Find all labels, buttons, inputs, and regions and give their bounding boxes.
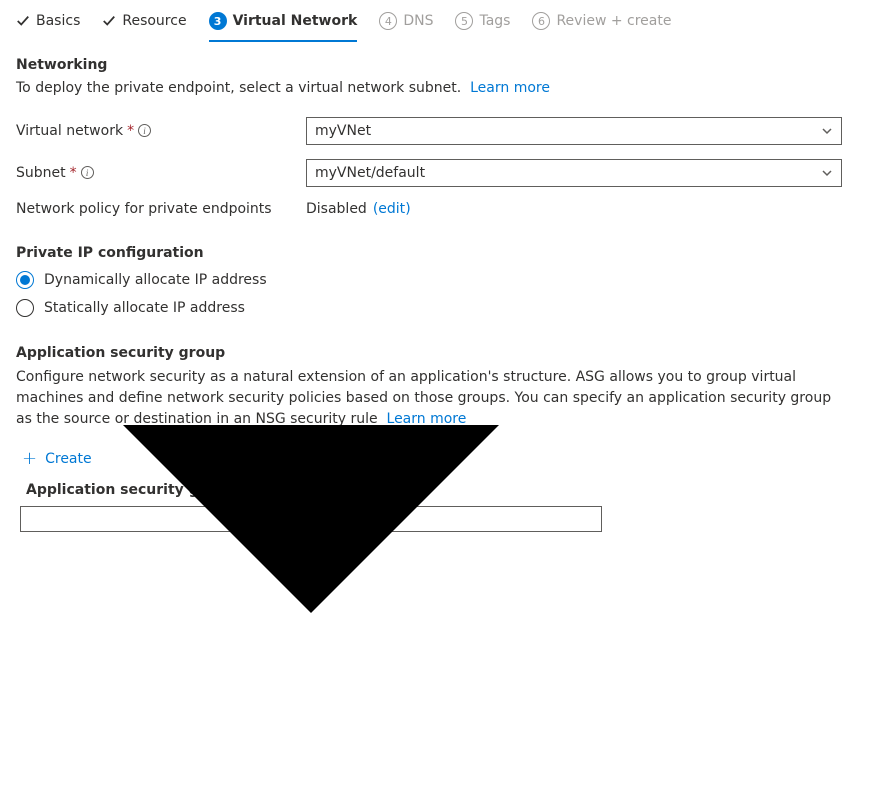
tab-label: DNS <box>403 13 433 29</box>
tab-label: Basics <box>36 13 80 29</box>
step-number-icon: 3 <box>209 12 227 30</box>
required-asterisk: * <box>70 165 77 181</box>
row-virtual-network: Virtual network * i myVNet <box>16 117 874 145</box>
tab-label: Tags <box>479 13 510 29</box>
row-subnet: Subnet * i myVNet/default <box>16 159 874 187</box>
step-number-icon: 6 <box>532 12 550 30</box>
step-number-icon: 5 <box>455 12 473 30</box>
step-number-icon: 4 <box>379 12 397 30</box>
edit-policy-link[interactable]: edit <box>378 201 405 217</box>
tab-label: Resource <box>122 13 186 29</box>
virtual-network-select[interactable]: myVNet <box>306 117 842 145</box>
tab-basics[interactable]: Basics <box>16 13 80 41</box>
section-networking: Networking To deploy the private endpoin… <box>16 57 874 217</box>
helper-text: To deploy the private endpoint, select a… <box>16 79 874 99</box>
select-value: myVNet/default <box>315 165 425 181</box>
field-label: Virtual network * i <box>16 123 306 139</box>
chevron-down-icon <box>821 167 833 179</box>
check-icon <box>16 14 30 28</box>
asg-select[interactable] <box>20 506 602 532</box>
info-icon[interactable]: i <box>81 166 94 179</box>
section-title: Networking <box>16 57 874 73</box>
info-icon[interactable]: i <box>138 124 151 137</box>
tab-resource[interactable]: Resource <box>102 13 186 41</box>
subnet-select[interactable]: myVNet/default <box>306 159 842 187</box>
section-asg: Application security group Configure net… <box>16 345 874 532</box>
network-policy-value: Disabled (edit) <box>306 201 411 217</box>
tab-label: Virtual Network <box>233 13 358 29</box>
learn-more-link[interactable]: Learn more <box>470 80 550 96</box>
select-value: myVNet <box>315 123 371 139</box>
tab-dns[interactable]: 4 DNS <box>379 12 433 42</box>
tab-review-create[interactable]: 6 Review + create <box>532 12 671 42</box>
tab-tags[interactable]: 5 Tags <box>455 12 510 42</box>
field-label: Network policy for private endpoints <box>16 201 306 217</box>
field-label: Subnet * i <box>16 165 306 181</box>
chevron-down-icon <box>821 125 833 137</box>
required-asterisk: * <box>127 123 134 139</box>
tab-virtual-network[interactable]: 3 Virtual Network <box>209 12 358 42</box>
wizard-tabs: Basics Resource 3 Virtual Network 4 DNS … <box>0 0 890 43</box>
form-content: Networking To deploy the private endpoin… <box>0 43 890 556</box>
check-icon <box>102 14 116 28</box>
tab-label: Review + create <box>556 13 671 29</box>
row-network-policy: Network policy for private endpoints Dis… <box>16 201 874 217</box>
chevron-down-icon <box>29 237 593 801</box>
